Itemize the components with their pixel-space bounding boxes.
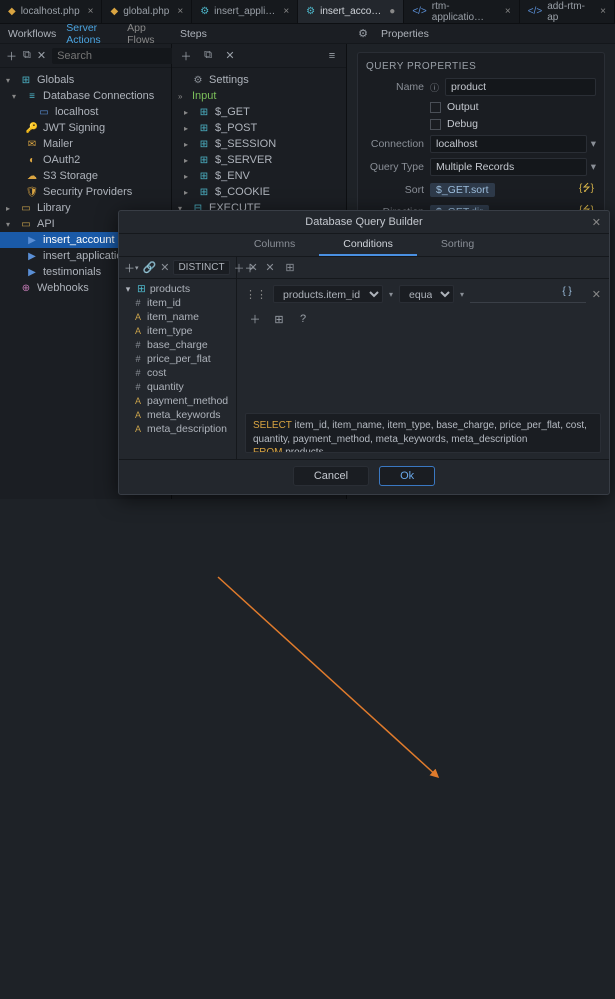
distinct-toggle[interactable]: DISTINCT [173, 260, 229, 275]
add-icon[interactable]: ＋ [6, 48, 17, 64]
debug-label: Debug [447, 118, 478, 130]
column-node[interactable]: #base_charge [119, 338, 236, 352]
bolt-icon[interactable]: {⭍} [577, 181, 596, 198]
modal-tab[interactable]: Columns [230, 234, 319, 256]
querytype-field[interactable] [430, 158, 587, 176]
tree-node[interactable]: ▸⊞$_ENV [172, 168, 346, 184]
table-node[interactable]: ▾⊞products [119, 282, 236, 296]
tree-node[interactable]: ◐OAuth2 [0, 152, 171, 168]
gear-icon: ⚙ [355, 26, 371, 42]
editor-tab[interactable]: ◆global.php× [102, 0, 192, 23]
tree-node[interactable]: ▸⊞$_GET [172, 104, 346, 120]
tree-node[interactable]: ⚙Settings [172, 72, 346, 88]
tree-node[interactable]: ▾⊞Globals [0, 72, 171, 88]
workflows-title: Workflows [8, 28, 56, 40]
group-icon[interactable]: ⊞ [282, 260, 298, 276]
condition-field-select[interactable]: products.item_id [273, 285, 383, 303]
column-node[interactable]: #price_per_flat [119, 352, 236, 366]
close-icon[interactable]: ✕ [160, 260, 169, 276]
chevron-down-icon[interactable]: ▾ [591, 138, 596, 150]
annotation-arrow [0, 499, 615, 999]
ok-button[interactable]: Ok [379, 466, 435, 486]
tree-node[interactable]: ▸⊞$_SESSION [172, 136, 346, 152]
drag-handle-icon[interactable]: ⋮⋮ [245, 288, 267, 301]
modal-tab[interactable]: Conditions [319, 234, 417, 256]
tree-node[interactable]: ▭localhost [0, 104, 171, 120]
column-node[interactable]: #cost [119, 366, 236, 380]
chevron-down-icon[interactable]: ▾ [460, 290, 464, 299]
subtab-server-actions[interactable]: Server Actions [66, 22, 117, 46]
sort-label: Sort [366, 184, 424, 196]
tree-node[interactable]: 🔑JWT Signing [0, 120, 171, 136]
tree-node[interactable]: 🛡Security Providers [0, 184, 171, 200]
properties-title: Properties [381, 28, 429, 40]
add-icon[interactable]: ＋▾ [124, 260, 139, 276]
tree-node[interactable]: ▾≡Database Connections [0, 88, 171, 104]
editor-tab[interactable]: </>add-rtm-ap× [520, 0, 615, 23]
condition-op-select[interactable]: equal [399, 285, 454, 303]
close-icon[interactable]: ✕ [222, 48, 238, 64]
close-icon[interactable]: ✕ [592, 216, 601, 229]
editor-tabbar: ◆localhost.php×◆global.php×⚙insert_appli… [0, 0, 615, 24]
sql-preview: SELECT item_id, item_name, item_type, ba… [245, 413, 601, 453]
properties-header: ⚙ Properties [347, 24, 615, 44]
link-icon[interactable]: 🔗 [143, 260, 157, 276]
chevron-down-icon[interactable]: ▾ [389, 290, 393, 299]
condition-value-input[interactable]: { } [470, 285, 586, 303]
editor-tab[interactable]: ⚙insert_appli…× [192, 0, 298, 23]
tree-node[interactable]: ▸⊞$_SERVER [172, 152, 346, 168]
close-icon[interactable]: ✕ [262, 260, 278, 276]
query-builder-modal: Database Query Builder ✕ ColumnsConditio… [118, 210, 610, 495]
steps-title: Steps [180, 28, 207, 40]
subtab-app-flows[interactable]: App Flows [127, 22, 164, 46]
column-node[interactable]: Apayment_method [119, 394, 236, 408]
column-node[interactable]: Aitem_name [119, 310, 236, 324]
add-group-icon[interactable]: ⊞ [271, 311, 287, 327]
modal-tab[interactable]: Sorting [417, 234, 498, 256]
output-label: Output [447, 101, 479, 113]
connection-label: Connection [366, 138, 424, 150]
column-node[interactable]: Aitem_type [119, 324, 236, 338]
tree-node[interactable]: ✉Mailer [0, 136, 171, 152]
column-node[interactable]: Ameta_keywords [119, 408, 236, 422]
binding-icon[interactable]: { } [562, 286, 571, 297]
condition-row: ⋮⋮ products.item_id ▾ equal ▾ { } ✕ [237, 279, 609, 309]
tree-node[interactable]: ▸⊞$_POST [172, 120, 346, 136]
editor-tab[interactable]: ⚙insert_acco…● [298, 0, 404, 23]
modal-title-text: Database Query Builder [305, 216, 422, 228]
editor-tab[interactable]: ◆localhost.php× [0, 0, 102, 23]
tree-node[interactable]: ☁S3 Storage [0, 168, 171, 184]
workflows-header: Workflows Server Actions App Flows [0, 24, 172, 44]
add-icon[interactable]: ＋ [242, 260, 258, 276]
editor-tab[interactable]: </>rtm-applicatio…× [404, 0, 519, 23]
modal-title: Database Query Builder ✕ [119, 211, 609, 234]
querytype-label: Query Type [366, 161, 424, 173]
info-icon[interactable]: ⓘ [430, 81, 439, 94]
close-icon[interactable]: ✕ [37, 48, 46, 64]
connection-field[interactable] [430, 135, 587, 153]
close-icon[interactable]: ✕ [592, 288, 601, 301]
cancel-button[interactable]: Cancel [293, 466, 369, 486]
duplicate-icon[interactable]: ⧉ [23, 48, 31, 64]
column-node[interactable]: #item_id [119, 296, 236, 310]
tree-node[interactable]: ▸⊞$_COOKIE [172, 184, 346, 200]
sort-chip[interactable]: $_GET.sort [430, 183, 495, 197]
chevron-down-icon[interactable]: ▾ [591, 161, 596, 173]
add-icon[interactable]: ＋ [178, 48, 194, 64]
help-icon[interactable]: ? [295, 311, 311, 327]
menu-icon[interactable]: ≡ [324, 48, 340, 64]
add-condition-icon[interactable]: ＋ [247, 311, 263, 327]
props-heading: QUERY PROPERTIES [366, 61, 596, 72]
column-node[interactable]: #quantity [119, 380, 236, 394]
name-field[interactable] [445, 78, 596, 96]
steps-input[interactable]: »Input [172, 88, 346, 104]
debug-checkbox[interactable] [430, 119, 441, 130]
steps-header: Steps [172, 24, 347, 44]
output-checkbox[interactable] [430, 102, 441, 113]
name-label: Name [366, 81, 424, 93]
duplicate-icon[interactable]: ⧉ [200, 48, 216, 64]
column-node[interactable]: Ameta_description [119, 422, 236, 436]
